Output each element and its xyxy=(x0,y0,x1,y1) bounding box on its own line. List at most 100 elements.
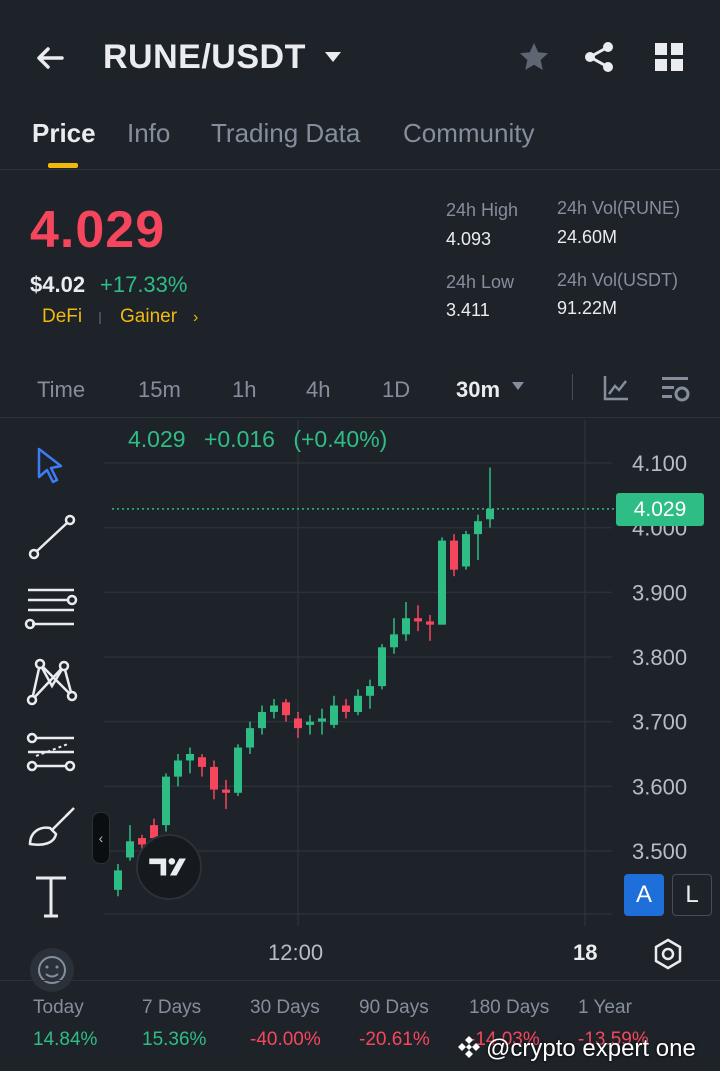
candle-body xyxy=(126,841,134,858)
interval-divider xyxy=(572,374,573,400)
perf-value: -20.61% xyxy=(359,1029,430,1050)
interval-time[interactable]: Time xyxy=(37,377,85,403)
horizontal-lines-icon[interactable] xyxy=(22,580,80,638)
ohlc-change-pct: (+0.40%) xyxy=(293,426,388,452)
candle-body xyxy=(486,508,494,520)
chevron-right-icon[interactable]: › xyxy=(193,309,198,327)
candle-body xyxy=(282,702,290,716)
y-tick-label: 3.500 xyxy=(632,839,687,864)
tab-info[interactable]: Info xyxy=(127,118,170,149)
app-header: RUNE/USDT xyxy=(0,0,720,110)
share-icon[interactable] xyxy=(582,40,616,74)
trend-line-icon[interactable] xyxy=(22,508,80,566)
last-price: 4.029 xyxy=(30,201,166,259)
interval-1d[interactable]: 1D xyxy=(382,377,410,403)
stat-low-value: 3.411 xyxy=(446,300,490,320)
tag-defi[interactable]: DeFi xyxy=(42,306,82,328)
candle-body xyxy=(162,776,170,826)
y-tick-label: 4.100 xyxy=(632,451,687,476)
candle-body xyxy=(450,540,458,570)
perf-label: Today xyxy=(33,997,84,1018)
interval-30m[interactable]: 30m xyxy=(456,377,500,403)
stat-vol-base-label: 24h Vol(RUNE) xyxy=(557,198,681,218)
perf-label: 180 Days xyxy=(469,997,550,1018)
tag-divider xyxy=(99,312,101,324)
current-price-tag: 4.029 xyxy=(616,493,704,526)
stat-vol-base-value: 24.60M xyxy=(557,227,618,247)
candle-body xyxy=(114,870,122,890)
candle-body xyxy=(210,766,218,790)
cursor-icon[interactable] xyxy=(22,440,80,498)
x-tick-label-18: 18 xyxy=(573,940,598,965)
perf-value: 14.84% xyxy=(33,1029,98,1050)
indicator-chart-icon[interactable] xyxy=(602,374,630,402)
tab-price[interactable]: Price xyxy=(32,118,96,149)
ohlc-change-abs: +0.016 xyxy=(203,426,275,452)
candle-body xyxy=(174,760,182,777)
auto-scale-button[interactable]: A xyxy=(624,874,664,916)
ohlc-close: 4.029 xyxy=(128,426,186,452)
candle-body xyxy=(330,705,338,725)
text-tool-icon[interactable] xyxy=(22,868,80,926)
candle-body xyxy=(462,534,470,567)
candle-body xyxy=(294,718,302,729)
candle-body xyxy=(438,540,446,625)
candle-body xyxy=(222,789,230,793)
candle-body xyxy=(378,647,386,687)
candle-body xyxy=(390,634,398,648)
interval-4h[interactable]: 4h xyxy=(306,377,330,403)
stat-high-label: 24h High xyxy=(446,200,519,220)
market-page: RUNE/USDT Price Info Trading Data Commun… xyxy=(0,0,720,1071)
interval-dropdown-icon[interactable] xyxy=(511,381,525,391)
interval-1h[interactable]: 1h xyxy=(232,377,256,403)
pair-dropdown-icon[interactable] xyxy=(324,50,342,64)
x-tick-label-1200: 12:00 xyxy=(268,940,324,965)
binance-logo-icon xyxy=(458,1036,480,1058)
candle-body xyxy=(402,618,410,635)
tradingview-logo-icon xyxy=(136,834,202,900)
y-tick-label: 3.800 xyxy=(632,645,687,670)
stat-vol-quote-value: 91.22M xyxy=(557,298,618,318)
tab-trading-data[interactable]: Trading Data xyxy=(211,118,360,149)
back-arrow-icon[interactable] xyxy=(32,40,68,76)
candle-body xyxy=(414,618,422,622)
candle-body xyxy=(198,757,206,767)
usd-price: $4.02 xyxy=(30,272,86,297)
stat-high-value: 4.093 xyxy=(446,229,492,249)
layout-grid-icon[interactable] xyxy=(654,42,684,72)
stat-low-label: 24h Low xyxy=(446,272,515,292)
gear-icon[interactable] xyxy=(652,938,684,970)
candle-body xyxy=(258,711,266,729)
candle-body xyxy=(426,621,434,625)
perf-label: 1 Year xyxy=(578,997,632,1018)
candle-body xyxy=(354,695,362,712)
candle-body xyxy=(246,728,254,748)
interval-bar: Time 15m 1h 4h 1D 30m xyxy=(0,360,720,418)
collapse-toolbar-button[interactable]: ‹ xyxy=(92,812,110,864)
candle-body xyxy=(234,747,242,793)
perf-label: 90 Days xyxy=(359,997,429,1018)
tab-community[interactable]: Community xyxy=(403,118,534,149)
fib-tool-icon[interactable] xyxy=(22,724,80,782)
favorite-star-icon[interactable] xyxy=(517,40,551,74)
ohlc-readout: 4.029 +0.016 (+0.40%) xyxy=(128,426,387,453)
active-tab-indicator xyxy=(48,163,78,168)
perf-label: 7 Days xyxy=(142,997,202,1018)
tag-gainer[interactable]: Gainer xyxy=(120,306,177,328)
candle-body xyxy=(318,718,326,722)
pair-title[interactable]: RUNE/USDT xyxy=(103,38,306,77)
brush-icon[interactable] xyxy=(22,798,80,856)
watermark-text: @crypto expert one xyxy=(486,1035,696,1062)
perf-label: 30 Days xyxy=(250,997,320,1018)
section-tabs: Price Info Trading Data Community xyxy=(0,110,720,170)
y-tick-label: 3.900 xyxy=(632,580,687,605)
candle-body xyxy=(474,521,482,535)
interval-15m[interactable]: 15m xyxy=(138,377,181,403)
pattern-tool-icon[interactable] xyxy=(22,652,80,710)
watermark: @crypto expert one xyxy=(456,1034,696,1063)
chart-settings-icon[interactable] xyxy=(660,374,692,404)
log-scale-button[interactable]: L xyxy=(672,874,712,916)
candle-body xyxy=(306,721,314,725)
candle-body xyxy=(342,705,350,712)
perf-value: 15.36% xyxy=(142,1029,207,1050)
